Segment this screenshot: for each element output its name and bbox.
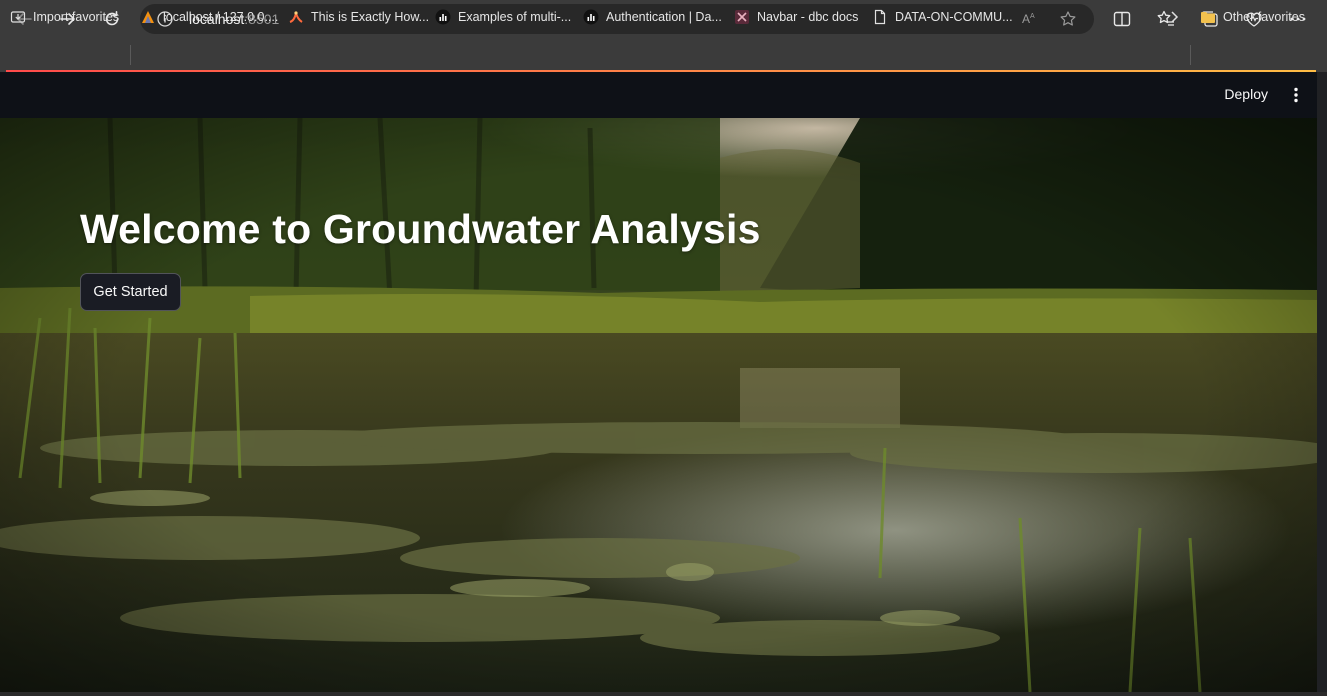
bookmark-label: This is Exactly How...	[311, 10, 430, 24]
page-scrollbar[interactable]	[1317, 72, 1327, 692]
bookmark-examples-of-multi[interactable]: Examples of multi-...	[435, 7, 571, 27]
bookmarks-overflow-button[interactable]	[1166, 7, 1182, 27]
bookmark-label: DATA-ON-COMMU...	[895, 10, 1013, 24]
deploy-button[interactable]: Deploy	[1224, 86, 1268, 102]
app-header: Deploy	[0, 72, 1317, 118]
bookmark-label: Authentication | Da...	[606, 10, 722, 24]
folder-icon	[1200, 9, 1216, 25]
bookmark-label: Examples of multi-...	[458, 10, 572, 24]
wetland-background-image	[0, 118, 1317, 692]
chart-icon	[435, 9, 451, 25]
split-screen-icon[interactable]	[1112, 9, 1132, 29]
get-started-button[interactable]: Get Started	[80, 273, 181, 311]
bookmarks-bar	[0, 38, 1327, 72]
svg-text:A: A	[1030, 13, 1035, 20]
phpmyadmin-icon	[140, 9, 156, 25]
bookmark-this-is-exactly-how[interactable]: This is Exactly How...	[288, 7, 429, 27]
page-title: Welcome to Groundwater Analysis	[80, 206, 761, 252]
window-bottom-edge	[0, 692, 1327, 696]
bookmark-import-favorites[interactable]: Import favorites	[10, 7, 119, 27]
import-icon	[10, 9, 26, 25]
page-icon	[872, 9, 888, 25]
bookmark-authentication[interactable]: Authentication | Da...	[583, 7, 722, 27]
chart-icon	[583, 9, 599, 25]
bookmark-data-on-commu[interactable]: DATA-ON-COMMU...	[872, 7, 1013, 27]
bookmark-label: Navbar - dbc docs	[757, 10, 859, 24]
read-aloud-icon[interactable]: AA	[1020, 10, 1038, 28]
medium-icon	[288, 9, 304, 25]
hero-section: Welcome to Groundwater Analysis Get Star…	[0, 118, 1317, 692]
chevron-right-icon	[1171, 11, 1179, 23]
other-favorites[interactable]: Other favorites	[1200, 7, 1305, 27]
bookmark-label: Import favorites	[33, 10, 120, 24]
other-favorites-label: Other favorites	[1223, 10, 1305, 24]
bookmark-localhost[interactable]: localhost / 127.0.0....	[140, 7, 278, 27]
main-menu-icon[interactable]	[1287, 86, 1305, 104]
bookmark-separator	[1190, 45, 1191, 65]
svg-text:A: A	[1022, 12, 1030, 26]
star-icon[interactable]	[1059, 10, 1077, 28]
bookmark-separator	[130, 45, 131, 65]
bookmark-navbar-dbc-docs[interactable]: Navbar - dbc docs	[734, 7, 858, 27]
bookmark-label: localhost / 127.0.0....	[163, 10, 279, 24]
app-viewport: Deploy Welcome to Groundwater Analysis G…	[0, 72, 1317, 692]
dbc-icon	[734, 9, 750, 25]
